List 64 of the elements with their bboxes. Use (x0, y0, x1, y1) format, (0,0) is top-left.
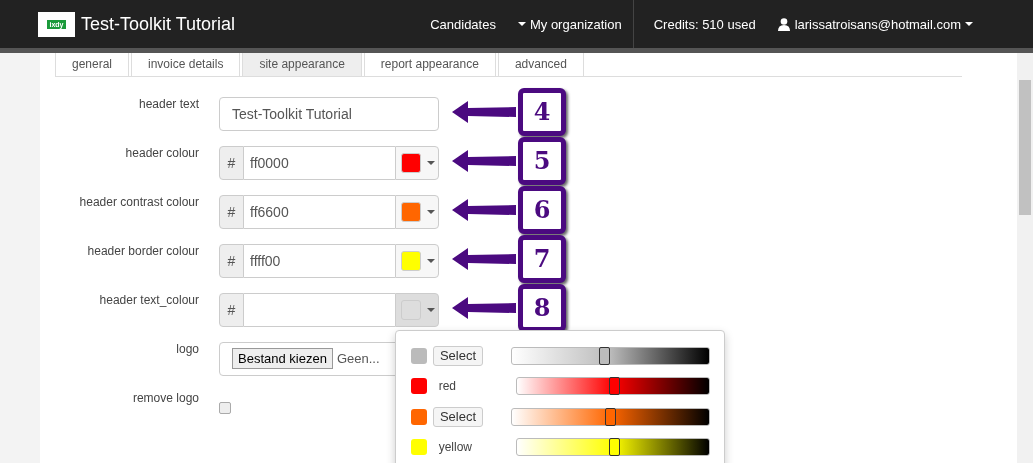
colour-name: yellow (438, 440, 473, 455)
checkbox[interactable] (219, 401, 231, 414)
shade-slider[interactable] (515, 377, 710, 396)
nav-link[interactable]: Candidates (430, 16, 496, 32)
hex-field[interactable]: ff0000 (244, 145, 395, 180)
arrow-annotation (452, 99, 516, 124)
user-icon (777, 17, 790, 31)
step-number: 5 (518, 136, 566, 185)
step-number: 4 (518, 87, 566, 136)
slider-handle[interactable] (608, 438, 620, 457)
select-button[interactable]: Select (433, 345, 483, 366)
colour-name: red (438, 379, 457, 394)
field-label: header contrast colour (78, 194, 199, 209)
arrow-annotation (452, 246, 516, 271)
nav-link[interactable]: My organization (517, 16, 622, 32)
caret-icon (427, 160, 435, 165)
file-status: Geen... (336, 351, 380, 366)
choose-file-button[interactable]: Bestand kiezen (232, 348, 333, 369)
colour-picker-button[interactable] (395, 194, 439, 229)
arrow-annotation (452, 197, 516, 222)
field-label: header text_colour (98, 292, 199, 307)
scrollbar-thumb[interactable] (1019, 80, 1031, 215)
hex-field[interactable]: ffff00 (244, 243, 395, 278)
select-button[interactable]: Select (433, 406, 483, 427)
tab[interactable]: advanced (497, 53, 584, 76)
step-number: 7 (518, 234, 566, 283)
hash-addon: # (219, 292, 244, 327)
arrow-annotation (452, 295, 516, 320)
field-label: header colour (124, 145, 199, 160)
hex-field[interactable]: ff6600 (244, 194, 395, 229)
caret-icon (965, 22, 973, 26)
caret-icon (427, 209, 435, 214)
slider-handle[interactable] (598, 346, 610, 365)
field-label: header text (137, 96, 199, 111)
step-number: 6 (518, 185, 566, 234)
caret-icon (427, 258, 435, 263)
hex-field[interactable] (244, 292, 395, 327)
tab[interactable]: report appearance (363, 53, 496, 76)
user-menu[interactable]: larissatroisans@hotmail.com (777, 16, 973, 32)
hash-addon: # (219, 243, 244, 278)
field-label: logo (175, 341, 199, 356)
tab[interactable]: site appearance (242, 53, 362, 76)
shade-slider[interactable] (511, 407, 710, 426)
hash-addon: # (219, 145, 244, 180)
colour-swatch[interactable] (411, 347, 427, 364)
tab[interactable]: invoice details (131, 53, 241, 76)
tab[interactable]: general (55, 53, 130, 76)
credits-text: Credits: 510 used (653, 16, 756, 32)
caret-icon (517, 22, 526, 26)
colour-swatch[interactable] (411, 439, 427, 456)
colour-swatch[interactable] (411, 378, 427, 395)
site-title[interactable]: Test-Toolkit Tutorial (81, 13, 236, 35)
colour-swatch[interactable] (411, 408, 427, 425)
shade-slider[interactable] (515, 438, 710, 457)
field-label: header border colour (86, 243, 199, 258)
colour-picker-button[interactable] (395, 145, 439, 180)
text-field[interactable]: Test-Toolkit Tutorial (219, 96, 439, 131)
shade-slider[interactable] (511, 346, 710, 365)
slider-handle[interactable] (604, 407, 616, 426)
field-label: remove logo (131, 390, 199, 405)
slider-handle[interactable] (608, 377, 620, 396)
caret-icon (427, 307, 435, 312)
arrow-annotation (452, 148, 516, 173)
hash-addon: # (219, 194, 244, 229)
